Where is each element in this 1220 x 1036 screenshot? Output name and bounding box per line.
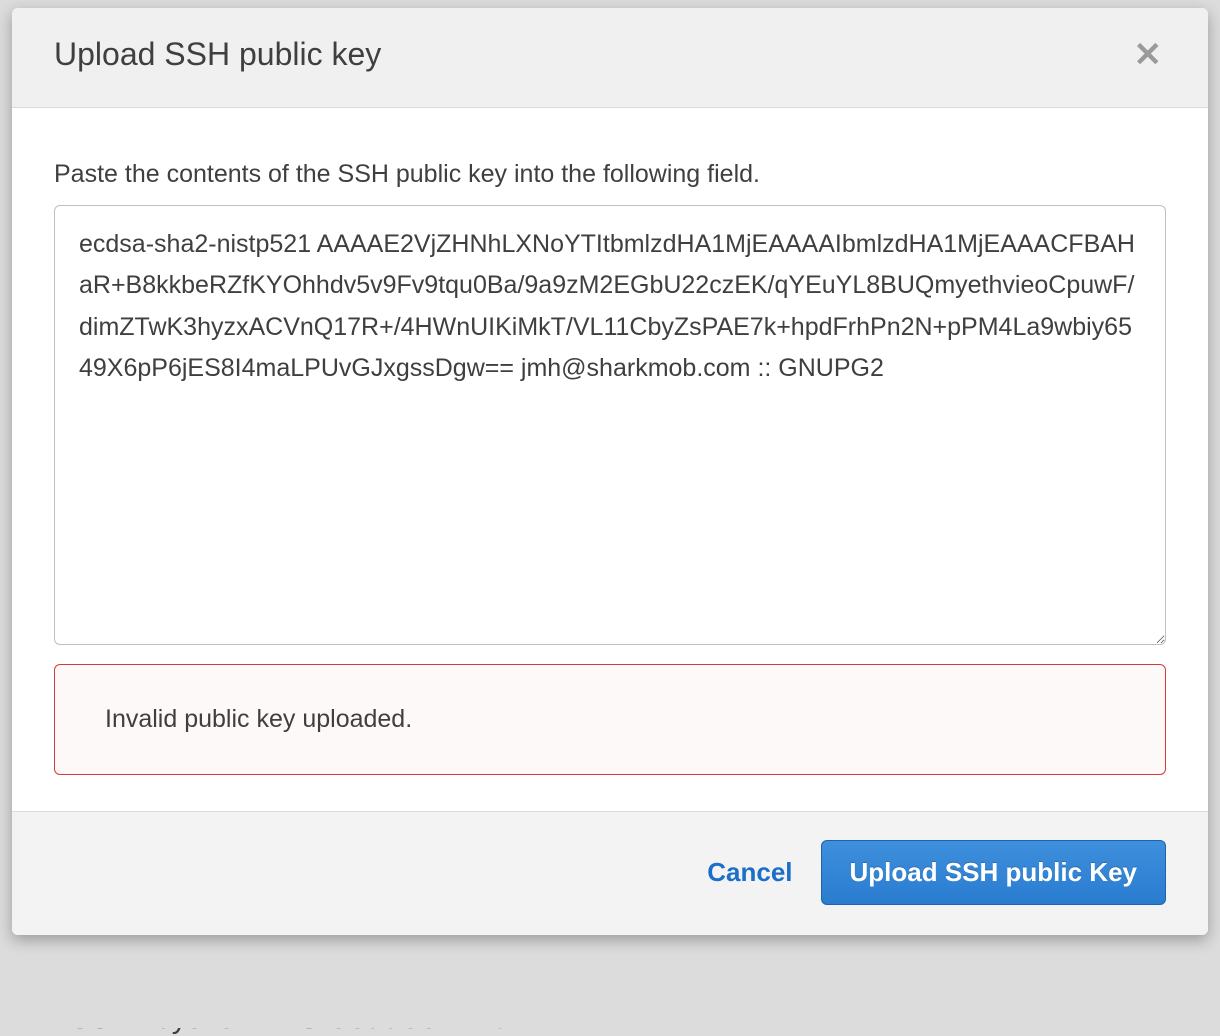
error-alert: Invalid public key uploaded. xyxy=(54,664,1166,775)
close-icon: ✕ xyxy=(1134,36,1163,74)
modal-header: Upload SSH public key ✕ xyxy=(12,8,1208,108)
modal-title: Upload SSH public key xyxy=(54,36,381,73)
instruction-text: Paste the contents of the SSH public key… xyxy=(54,160,1166,189)
modal-body: Paste the contents of the SSH public key… xyxy=(12,108,1208,811)
upload-button[interactable]: Upload SSH public Key xyxy=(821,840,1167,905)
cancel-button[interactable]: Cancel xyxy=(707,857,792,888)
modal-backdrop: SSH keys for AWS CodeCommit Upload SSH p… xyxy=(0,0,1220,1028)
error-message: Invalid public key uploaded. xyxy=(105,705,1115,734)
background-heading: SSH keys for AWS CodeCommit xyxy=(70,1002,502,1036)
close-button[interactable]: ✕ xyxy=(1130,38,1167,72)
modal-footer: Cancel Upload SSH public Key xyxy=(12,811,1208,935)
ssh-key-textarea[interactable] xyxy=(54,205,1166,645)
upload-ssh-key-modal: Upload SSH public key ✕ Paste the conten… xyxy=(12,8,1208,935)
